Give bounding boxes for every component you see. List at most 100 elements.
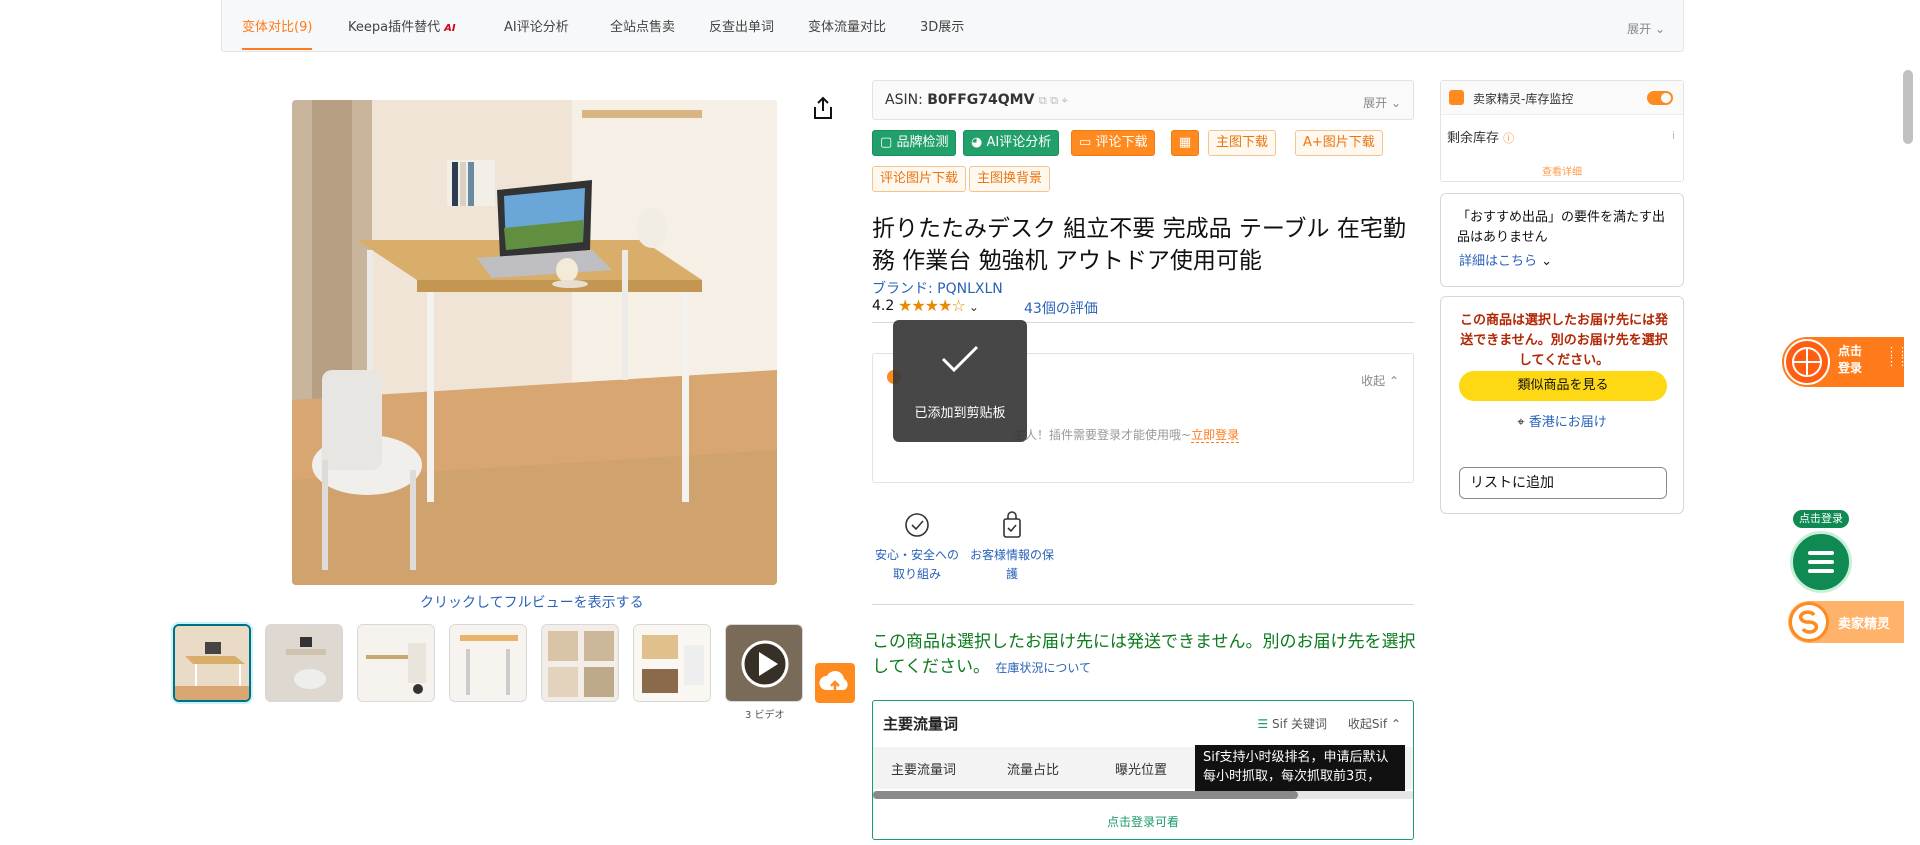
rating-stars[interactable]: ★★★★☆ ⌄ [898,296,979,315]
checkbox-icon: ▢ [880,135,893,150]
tab-variant-traffic[interactable]: 变体流量对比 [808,0,886,50]
tooltip-line: Sif支持小时级排名，申请后默认 [1203,750,1389,765]
info-icon: i [1671,129,1675,142]
scrollbar-thumb[interactable] [873,791,1298,799]
share-icon[interactable] [812,96,834,120]
basketball-icon [1784,339,1830,385]
thumbnail-6[interactable] [633,624,711,702]
trust-privacy-link[interactable]: お客様情報の保護 [967,510,1057,584]
review-download-label: 评论下载 [1095,135,1148,150]
asin-text[interactable]: ASIN: B0FFG74QMV ⧉ ⧉ ⌖ [885,92,1068,108]
trust-safety-link[interactable]: 安心・安全への取り組み [872,510,962,584]
thumbnail-3[interactable] [357,624,435,702]
tabbar-expand-button[interactable]: 展开 ⌄ [1627,20,1665,37]
seller-sprite-float[interactable]: 卖家精灵 [1788,601,1904,643]
main-image-download-button[interactable]: 主图下载 [1208,130,1277,156]
tab-ai-review[interactable]: AI评论分析 [504,0,569,50]
details-link[interactable]: 詳細はこちら ⌄ [1459,250,1552,269]
thumb-image [450,625,526,701]
login-to-view-link[interactable]: 点击登录可看 [873,813,1413,830]
thumbnail-video[interactable] [725,624,803,702]
asin-expand-button[interactable]: 展开 ⌄ [1363,94,1401,111]
chevron-down-icon: ⌄ [1654,22,1665,36]
collapse-sif-button[interactable]: 收起Sif ⌃ [1348,715,1401,732]
thumbnail-2[interactable] [265,624,343,702]
brand-link[interactable]: ブランド: PQNLXLN [872,278,1003,298]
location-pin-icon: ⌖ [1517,415,1525,430]
aplus-image-download-button[interactable]: A+图片下载 [1295,130,1383,156]
copy-icons[interactable]: ⧉ ⧉ ⌖ [1039,94,1068,107]
seller-sprite-icon [1449,90,1464,105]
list-icon: ☰ [1257,717,1269,731]
traffic-keywords-panel: 主要流量词 ☰ Sif 关键词 收起Sif ⌃ 主要流量词 流量占比 曝光位置 … [872,700,1414,840]
page-scrollbar-thumb[interactable] [1903,70,1913,144]
ai-review-button[interactable]: ◕ AI评论分析 [963,130,1060,156]
asin-panel: ASIN: B0FFG74QMV ⧉ ⧉ ⌖ 展开 ⌄ [872,80,1414,120]
s-logo-icon [1798,610,1819,634]
comment-icon: ▭ [1079,135,1092,150]
rating-value: 4.2 [872,298,895,314]
add-to-list-button[interactable]: リストに追加 [1459,467,1667,499]
review-download-button[interactable]: ▭ 评论下载 [1071,130,1156,156]
checkmark-icon [941,345,979,373]
grid-tool-button[interactable]: ▦ [1171,130,1199,156]
delivery-warning: この商品は選択したお届け先には発送できません。別のお届け先を選択してください。 [1459,313,1668,368]
floating-login-line: 点击 [1838,344,1863,358]
tab-keepa-alternative[interactable]: Keepa插件替代 AI [348,0,456,50]
chevron-down-icon: ⌄ [1390,96,1401,110]
chevron-up-icon: ⌃ [1390,717,1401,731]
view-detail-link[interactable]: 查看详细 [1441,163,1683,178]
thumbnail-4[interactable] [449,624,527,702]
login-tip-text: 主人！插件需要登录才能使用哦~ [1013,428,1192,442]
thumbnail-5[interactable] [541,624,619,702]
login-now-link[interactable]: 立即登录 [1191,428,1240,443]
tab-variant-compare[interactable]: 变体对比(9) [242,0,313,50]
stock-status-link[interactable]: 在庫状況について [995,661,1091,675]
panel-collapse-button[interactable]: 收起 ⌃ [1361,372,1399,389]
star-rating-icon: ★★★★☆ [898,296,966,315]
buy-box: この商品は選択したお届け先には発送できません。別のお届け先を選択してください。 … [1440,296,1684,514]
product-title: 折りたたみデスク 組立不要 完成品 テーブル 在宅勤務 作業台 勉強机 アウトド… [872,216,1406,274]
stock-monitor-title: 卖家精灵-库存监控 [1473,92,1574,106]
brand-check-button[interactable]: ▢ 品牌检测 [872,130,957,156]
tab-reverse-keywords[interactable]: 反查出单词 [709,0,774,50]
reviews-link[interactable]: 43個の評価 [1024,298,1098,318]
green-login-badge[interactable]: 点击登录 [1793,510,1849,528]
thumb-image [358,625,434,701]
horizontal-scrollbar[interactable] [873,791,1413,799]
thumbnail-1[interactable] [173,624,251,702]
desk-photo [292,100,777,585]
tab-keepa-label: Keepa插件替代 [348,20,441,35]
drag-handle-icon[interactable]: ⋮⋮ ⋮⋮ [1886,346,1908,367]
remaining-stock-row: 剩余库存 ⓘ [1447,127,1514,146]
asin-value: B0FFG74QMV [927,92,1035,108]
review-image-download-button[interactable]: 评论图片下载 [872,166,967,192]
featured-offer-text: 「おすすめ出品」の要件を満たす出品はありません [1457,210,1666,245]
main-image-background-button[interactable]: 主图换背景 [969,166,1051,192]
cloud-upload-button[interactable] [815,663,855,703]
shipping-unavailable-message: この商品は選択したお届け先には発送できません。別のお届け先を選択してください。 … [872,630,1417,681]
menu-icon [1808,551,1834,573]
toast-text: 已添加到剪贴板 [914,406,1006,421]
sif-tooltip: Sif支持小时级排名，申请后默认 每小时抓取，每次抓取前3页， [1195,745,1405,791]
main-product-image[interactable] [292,100,777,585]
help-icon[interactable]: ⓘ [1503,132,1514,145]
floating-login-text: 点击 登录 [1838,343,1862,377]
asin-label: ASIN: [885,92,923,108]
column-header[interactable]: 主要流量词 [891,759,956,778]
tab-global-sales[interactable]: 全站点售卖 [610,0,675,50]
stock-monitor-toggle[interactable] [1647,91,1673,105]
seller-sprite-logo-icon [1789,602,1829,642]
column-header[interactable]: 流量占比 [1007,759,1059,778]
details-link-label: 詳細はこちら [1459,254,1538,269]
see-similar-button[interactable]: 類似商品を見る [1459,371,1667,401]
floating-login-widget[interactable]: 点击 登录 ⋮⋮ ⋮⋮ [1782,337,1908,387]
column-header[interactable]: 曝光位置 [1115,759,1167,778]
deliver-to-link[interactable]: ⌖ 香港にお届け [1441,411,1683,430]
fullview-link[interactable]: クリックしてフルビューを表示する [420,592,644,612]
menu-float-button[interactable] [1790,531,1852,593]
expand-label: 展开 [1627,22,1652,36]
video-thumb-image [726,625,802,701]
tab-3d-view[interactable]: 3D展示 [920,0,964,50]
sif-keywords-link[interactable]: ☰ Sif 关键词 [1257,715,1327,732]
